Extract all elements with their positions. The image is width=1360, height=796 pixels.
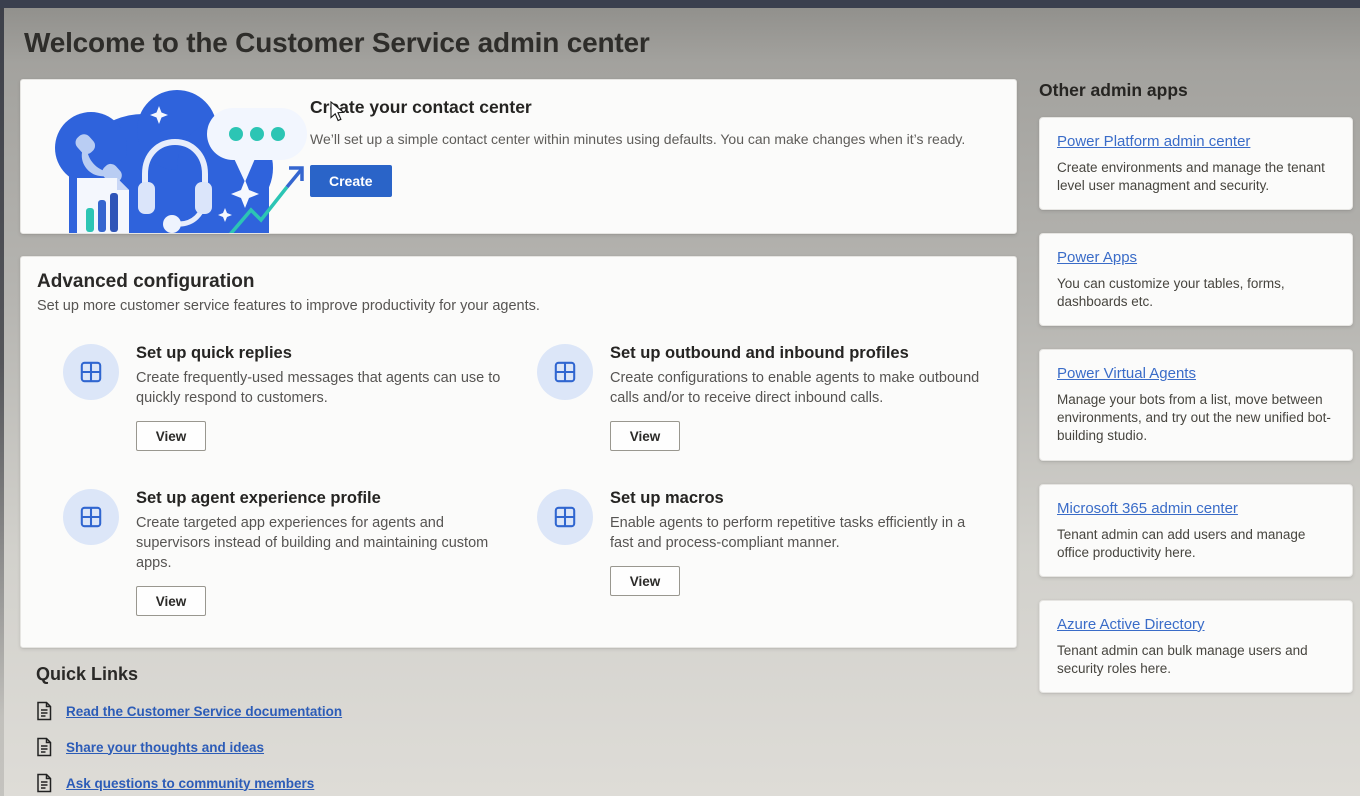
table-grid-icon [63, 489, 119, 545]
view-agent-experience-button[interactable]: View [136, 586, 206, 616]
item-description: Create frequently-used messages that age… [136, 368, 510, 408]
card-description: Tenant admin can add users and manage of… [1057, 526, 1335, 562]
setup-outbound-inbound-profiles-item: Set up outbound and inbound profiles Cre… [537, 344, 1011, 451]
view-profiles-button[interactable]: View [610, 421, 680, 451]
advanced-configuration-title: Advanced configuration [37, 271, 1000, 293]
card-description: Create environments and manage the tenan… [1057, 159, 1335, 195]
item-description: Create configurations to enable agents t… [610, 368, 984, 408]
item-description: Enable agents to perform repetitive task… [610, 513, 984, 553]
item-title: Set up outbound and inbound profiles [610, 344, 984, 363]
table-grid-icon [537, 344, 593, 400]
share-thoughts-link[interactable]: Share your thoughts and ideas [66, 740, 264, 755]
contact-center-illustration [39, 90, 307, 234]
view-quick-replies-button[interactable]: View [136, 421, 206, 451]
contact-center-card: Create your contact center We’ll set up … [20, 79, 1017, 234]
power-platform-admin-center-link[interactable]: Power Platform admin center [1057, 133, 1250, 150]
setup-agent-experience-profile-item: Set up agent experience profile Create t… [63, 489, 537, 616]
ask-community-link[interactable]: Ask questions to community members [66, 776, 314, 791]
microsoft-365-admin-center-link[interactable]: Microsoft 365 admin center [1057, 500, 1238, 517]
page-title: Welcome to the Customer Service admin ce… [24, 27, 650, 59]
quick-links-title: Quick Links [36, 664, 342, 685]
power-apps-link[interactable]: Power Apps [1057, 249, 1137, 266]
microsoft-365-admin-center-card: Microsoft 365 admin center Tenant admin … [1039, 484, 1353, 577]
card-description: You can customize your tables, forms, da… [1057, 275, 1335, 311]
document-icon [36, 737, 52, 757]
contact-center-title: Create your contact center [310, 97, 532, 118]
card-description: Manage your bots from a list, move betwe… [1057, 391, 1335, 445]
advanced-configuration-card: Advanced configuration Set up more custo… [20, 256, 1017, 648]
item-title: Set up quick replies [136, 344, 510, 363]
item-description: Create targeted app experiences for agen… [136, 513, 510, 573]
power-virtual-agents-card: Power Virtual Agents Manage your bots fr… [1039, 349, 1353, 460]
document-icon [36, 773, 52, 793]
setup-macros-item: Set up macros Enable agents to perform r… [537, 489, 1011, 616]
quick-link-row: Read the Customer Service documentation [36, 701, 342, 721]
other-admin-apps-title: Other admin apps [1039, 80, 1353, 101]
view-macros-button[interactable]: View [610, 566, 680, 596]
azure-active-directory-card: Azure Active Directory Tenant admin can … [1039, 600, 1353, 693]
document-icon [36, 701, 52, 721]
advanced-configuration-grid: Set up quick replies Create frequently-u… [63, 344, 1000, 616]
left-letterbox-strip [0, 8, 4, 796]
report-document-icon [77, 178, 129, 234]
power-virtual-agents-link[interactable]: Power Virtual Agents [1057, 365, 1196, 382]
item-title: Set up agent experience profile [136, 489, 510, 508]
create-button[interactable]: Create [310, 165, 392, 197]
table-grid-icon [537, 489, 593, 545]
setup-quick-replies-item: Set up quick replies Create frequently-u… [63, 344, 537, 451]
item-title: Set up macros [610, 489, 984, 508]
read-documentation-link[interactable]: Read the Customer Service documentation [66, 704, 342, 719]
advanced-configuration-subtitle: Set up more customer service features to… [37, 298, 1000, 314]
quick-links-section: Quick Links Read the Customer Service do… [36, 664, 342, 793]
contact-center-description: We’ll set up a simple contact center wit… [310, 131, 965, 147]
quick-link-row: Ask questions to community members [36, 773, 342, 793]
other-admin-apps-panel: Other admin apps Power Platform admin ce… [1039, 80, 1353, 693]
quick-link-row: Share your thoughts and ideas [36, 737, 342, 757]
power-apps-card: Power Apps You can customize your tables… [1039, 233, 1353, 326]
top-letterbox-bar [0, 0, 1360, 8]
azure-active-directory-link[interactable]: Azure Active Directory [1057, 616, 1205, 633]
power-platform-admin-center-card: Power Platform admin center Create envir… [1039, 117, 1353, 210]
table-grid-icon [63, 344, 119, 400]
card-description: Tenant admin can bulk manage users and s… [1057, 642, 1335, 678]
